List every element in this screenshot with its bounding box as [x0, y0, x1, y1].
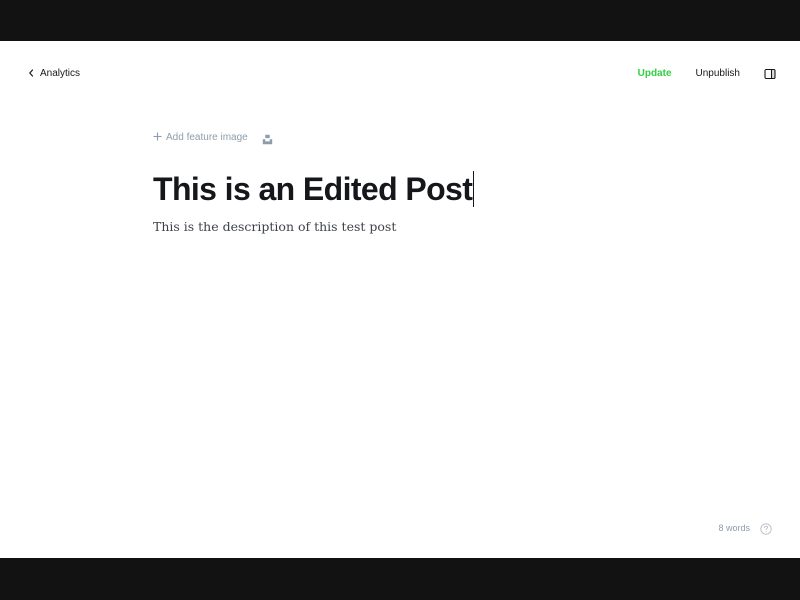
- screen: Analytics Update Unpublish Add feature i…: [0, 0, 800, 600]
- plus-icon: [153, 130, 162, 143]
- header-actions: Update Unpublish: [638, 63, 776, 83]
- unsplash-icon[interactable]: [262, 132, 273, 144]
- back-to-analytics-link[interactable]: Analytics: [28, 65, 80, 81]
- post-editor: Analytics Update Unpublish Add feature i…: [0, 41, 800, 558]
- feature-image-row: Add feature image: [153, 129, 653, 145]
- word-count: 8 words: [718, 523, 750, 533]
- sidebar-toggle-icon[interactable]: [764, 67, 776, 80]
- post-title-text: This is an Edited Post: [153, 171, 473, 207]
- text-caret: [473, 171, 475, 207]
- chevron-left-icon: [28, 69, 34, 77]
- post-excerpt-field[interactable]: This is the description of this test pos…: [153, 218, 653, 236]
- help-circle-icon[interactable]: [760, 522, 772, 535]
- editor-content: Add feature image This is an Edited Post…: [153, 129, 653, 236]
- add-feature-image-label: Add feature image: [166, 131, 248, 143]
- update-button[interactable]: Update: [638, 68, 672, 79]
- post-title-field[interactable]: This is an Edited Post: [153, 169, 653, 209]
- editor-footer: 8 words: [718, 522, 772, 535]
- add-feature-image-button[interactable]: Add feature image: [153, 131, 248, 143]
- back-link-label: Analytics: [40, 67, 81, 79]
- unpublish-button[interactable]: Unpublish: [696, 68, 740, 79]
